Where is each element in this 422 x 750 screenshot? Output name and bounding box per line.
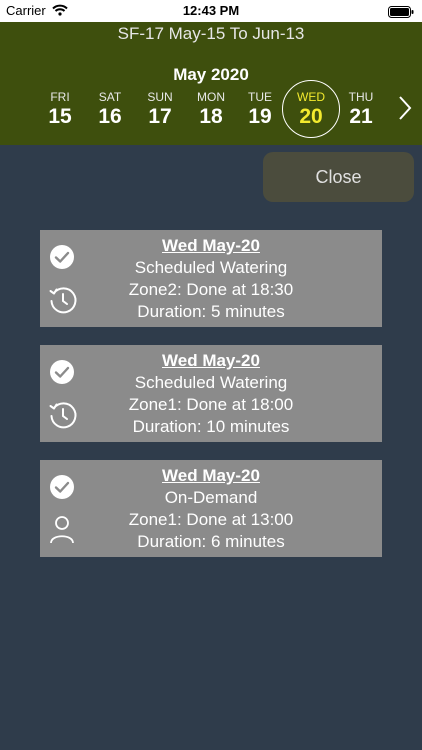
day-name: WED [297, 90, 325, 104]
day-name: TUE [248, 90, 272, 104]
event-date: Wed May-20 [162, 466, 260, 485]
day-name: FRI [50, 90, 70, 104]
day-number: 18 [199, 105, 223, 128]
event-status: Zone2: Done at 18:30 [128, 280, 294, 299]
day-number: 19 [248, 105, 272, 128]
checkmark-circle-icon [49, 244, 75, 275]
event-type: Scheduled Watering [134, 258, 288, 277]
event-duration: Duration: 10 minutes [132, 417, 290, 436]
event-status: Zone1: Done at 13:00 [128, 510, 294, 529]
schedule-title: SF-17 May-15 To Jun-13 [117, 24, 305, 43]
event-card[interactable]: Wed May-20 On-Demand Zone1: Done at 13:0… [40, 460, 382, 557]
day-name: MON [197, 90, 225, 104]
calendar-header: SF-17 May-15 To Jun-13 May 2020 FRI 15 S… [0, 22, 422, 145]
checkmark-circle-icon [49, 474, 75, 505]
day-number: 21 [349, 105, 373, 128]
day-name: SAT [98, 90, 122, 104]
event-date: Wed May-20 [162, 351, 260, 370]
clock-icon [47, 284, 79, 321]
event-type: Scheduled Watering [134, 373, 288, 392]
day-number: 15 [48, 105, 72, 128]
day-number: 17 [148, 105, 172, 128]
event-status: Zone1: Done at 18:00 [128, 395, 294, 414]
day-mon-18[interactable]: MON 18 [186, 90, 236, 129]
chevron-right-icon[interactable] [398, 95, 412, 126]
day-sat-16[interactable]: SAT 16 [85, 90, 135, 129]
day-number: 20 [299, 105, 323, 128]
day-name: SUN [147, 90, 173, 104]
event-duration: Duration: 6 minutes [137, 532, 285, 551]
battery-icon [388, 5, 414, 23]
event-duration: Duration: 5 minutes [137, 302, 285, 321]
day-number: 16 [98, 105, 122, 128]
day-wed-20-selected[interactable]: WED 20 [286, 90, 336, 129]
event-card[interactable]: Wed May-20 Scheduled Watering Zone2: Don… [40, 230, 382, 327]
status-time: 12:43 PM [182, 3, 240, 18]
day-name: THU [348, 90, 374, 104]
month-label: May 2020 [173, 65, 249, 84]
clock-icon [47, 399, 79, 436]
event-type: On-Demand [164, 488, 258, 507]
day-thu-21[interactable]: THU 21 [336, 90, 386, 129]
day-sun-17[interactable]: SUN 17 [135, 90, 185, 129]
checkmark-circle-icon [49, 359, 75, 390]
event-date: Wed May-20 [162, 236, 260, 255]
status-bar: Carrier 12:43 PM [0, 0, 422, 22]
day-tue-19[interactable]: TUE 19 [235, 90, 285, 129]
close-button[interactable]: Close [263, 152, 414, 202]
person-icon [49, 515, 75, 550]
day-fri-15[interactable]: FRI 15 [35, 90, 85, 129]
event-card[interactable]: Wed May-20 Scheduled Watering Zone1: Don… [40, 345, 382, 442]
